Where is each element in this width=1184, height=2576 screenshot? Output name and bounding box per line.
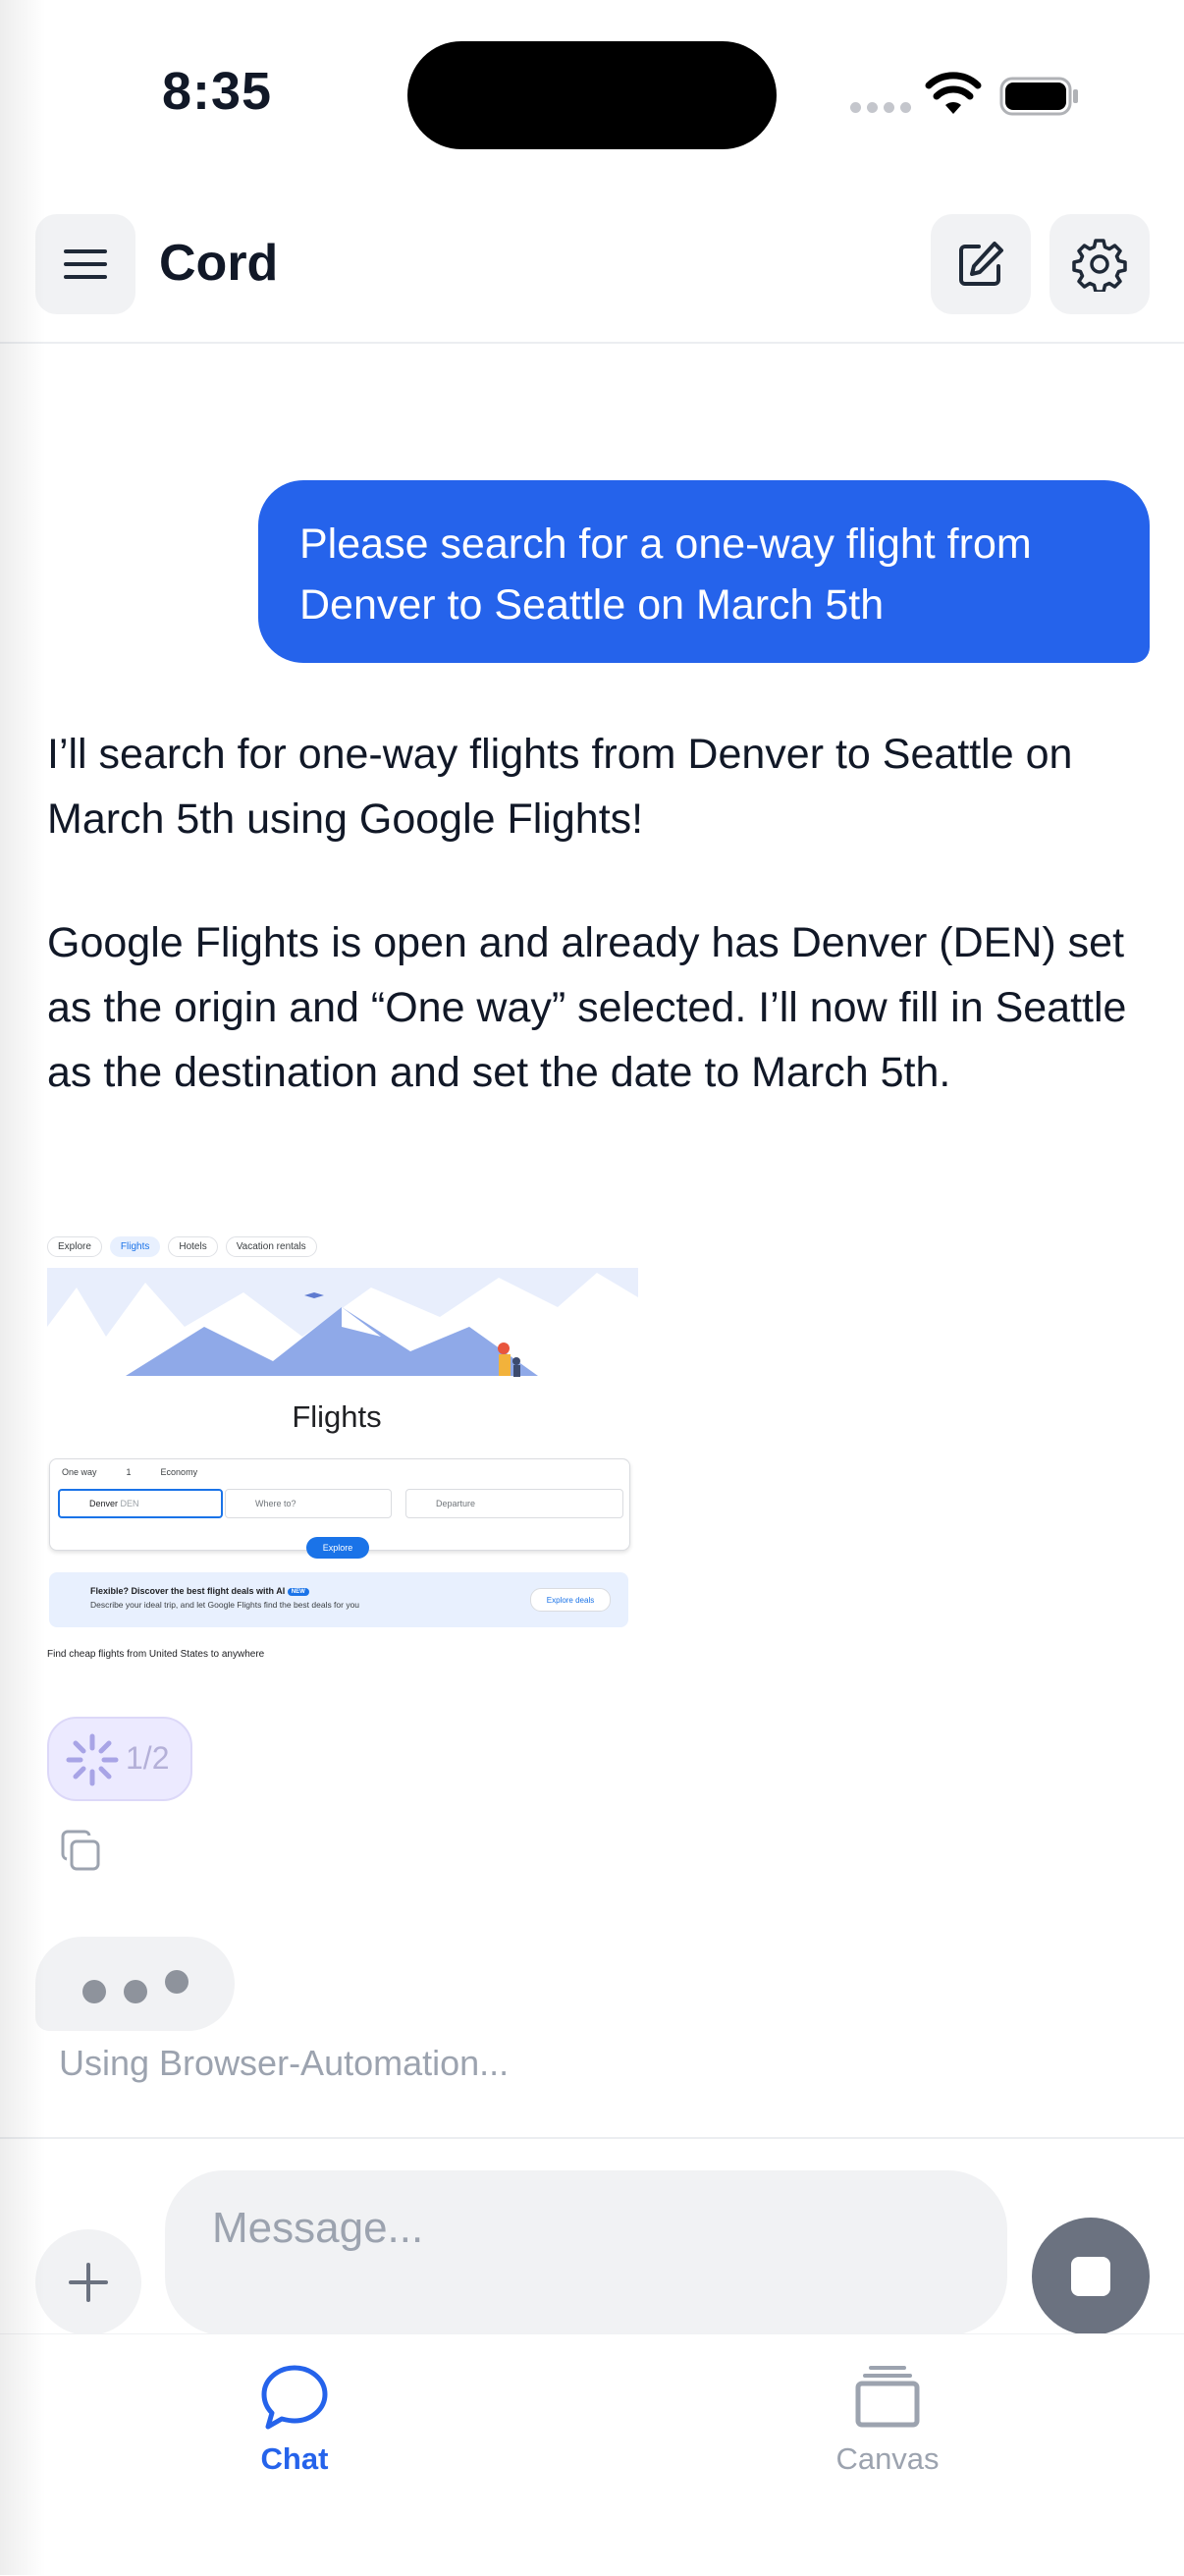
screenshot-from-field: Denver DEN <box>58 1489 223 1518</box>
screenshot-ai-heading-text: Flexible? Discover the best flight deals… <box>90 1586 286 1596</box>
screenshot-options: One way 1 Economy <box>62 1467 197 1477</box>
screenshot-ai-body: Describe your ideal trip, and let Google… <box>90 1600 360 1610</box>
message-input[interactable] <box>165 2170 1007 2335</box>
new-chat-button[interactable] <box>931 214 1031 314</box>
compose-icon <box>959 242 1003 286</box>
screenshot-date-field: Departure <box>405 1489 623 1518</box>
screenshot-tabs: Explore Flights Hotels Vacation rentals <box>47 1236 317 1257</box>
plus-icon <box>69 2263 108 2302</box>
stop-icon <box>1071 2257 1110 2296</box>
screenshot-tab-hotels: Hotels <box>168 1236 218 1257</box>
app-title: Cord <box>159 235 279 292</box>
attach-button[interactable] <box>35 2229 141 2335</box>
stop-button[interactable] <box>1032 2218 1150 2335</box>
copy-icon[interactable] <box>59 1829 102 1872</box>
screenshot-from-code: DEN <box>120 1499 139 1508</box>
step-progress-count: 1/2 <box>126 1740 170 1776</box>
status-bar: 8:35 <box>0 0 1184 196</box>
screenshot-ai-button: Explore deals <box>530 1588 611 1612</box>
typing-indicator <box>35 1937 235 2031</box>
tab-canvas[interactable]: Canvas <box>789 2364 986 2492</box>
screenshot-cabin: Economy <box>160 1467 198 1477</box>
spinner-icon <box>66 1733 119 1786</box>
assistant-message: I’ll search for one-way flights from Den… <box>47 722 1157 1164</box>
tab-chat[interactable]: Chat <box>196 2364 393 2492</box>
screenshot-from-value: Denver <box>89 1499 119 1508</box>
chat-bubble-icon <box>261 2365 328 2430</box>
screenshot-footer: Find cheap flights from United States to… <box>47 1649 265 1660</box>
status-time: 8:35 <box>162 62 273 121</box>
cellular-signal-icon <box>850 102 911 113</box>
tab-chat-label: Chat <box>260 2441 329 2476</box>
flights-hero-illustration <box>47 1268 638 1405</box>
settings-button[interactable] <box>1049 214 1150 314</box>
screenshot-to-field: Where to? <box>225 1489 392 1518</box>
screenshot-tab-flights: Flights <box>109 1236 161 1257</box>
battery-icon <box>999 77 1078 116</box>
screenshot-explore-button: Explore <box>306 1537 369 1559</box>
assistant-paragraph: I’ll search for one-way flights from Den… <box>47 731 1073 843</box>
canvas-stack-icon <box>855 2366 920 2428</box>
tab-canvas-label: Canvas <box>835 2441 940 2476</box>
dynamic-island <box>407 41 777 149</box>
screenshot-ai-banner: Flexible? Discover the best flight deals… <box>49 1572 628 1627</box>
menu-icon <box>64 249 107 279</box>
screenshot-tab-explore: Explore <box>47 1236 102 1257</box>
screenshot-trip-type: One way <box>62 1467 97 1477</box>
browser-screenshot-thumbnail[interactable]: Explore Flights Hotels Vacation rentals … <box>47 1231 638 1668</box>
screenshot-title: Flights <box>292 1399 382 1434</box>
wifi-icon <box>925 72 982 114</box>
screenshot-tab-vacation: Vacation rentals <box>225 1236 317 1257</box>
screenshot-passengers: 1 <box>126 1467 132 1477</box>
assistant-paragraph: Google Flights is open and already has D… <box>47 919 1127 1096</box>
screenshot-ai-heading: Flexible? Discover the best flight deals… <box>90 1586 309 1596</box>
screenshot-ai-badge: NEW <box>287 1587 309 1596</box>
app-header: Cord <box>0 206 1184 344</box>
gear-icon <box>1072 239 1127 292</box>
message-composer <box>0 2137 1184 2335</box>
tool-status-text: Using Browser-Automation... <box>59 2043 510 2083</box>
user-message-bubble: Please search for a one-way flight from … <box>258 480 1150 663</box>
step-progress-chip[interactable]: 1/2 <box>47 1717 192 1801</box>
menu-button[interactable] <box>35 214 135 314</box>
bottom-tab-bar: Chat Canvas <box>0 2333 1184 2576</box>
